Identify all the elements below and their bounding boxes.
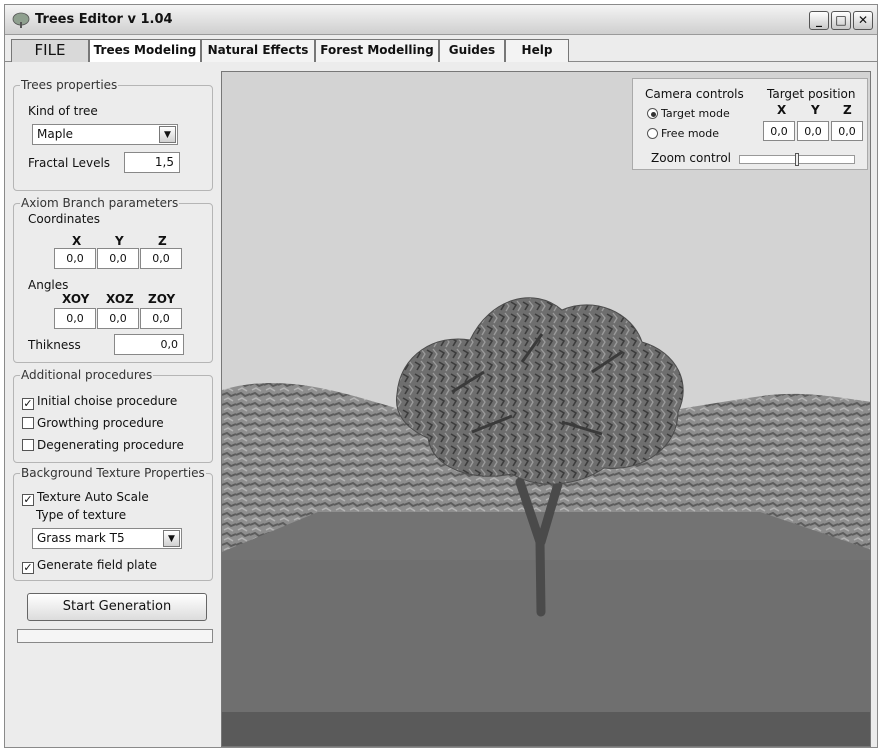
file-menu[interactable]: FILE	[11, 39, 89, 62]
free-mode-radio[interactable]: Free mode	[647, 127, 719, 140]
coord-y-header: Y	[115, 234, 124, 248]
start-generation-button[interactable]: Start Generation	[27, 593, 207, 621]
tree-scene	[222, 72, 870, 746]
menu-bar: FILE Trees Modeling Natural Effects Fore…	[5, 36, 877, 62]
group-legend: Background Texture Properties	[20, 466, 206, 480]
kind-of-tree-value: Maple	[37, 127, 74, 141]
tab-trees-modeling[interactable]: Trees Modeling	[89, 39, 201, 62]
maximize-button[interactable]: □	[831, 11, 851, 30]
check-icon[interactable]: ✓	[22, 562, 34, 574]
tab-forest-modelling[interactable]: Forest Modelling	[315, 39, 439, 62]
degenerating-checkbox[interactable]: Degenerating procedure	[22, 438, 184, 452]
coord-z-header: Z	[158, 234, 167, 248]
generate-field-plate-checkbox[interactable]: ✓ Generate field plate	[22, 558, 157, 574]
checkbox-label: Initial choise procedure	[37, 394, 178, 408]
growthing-checkbox[interactable]: Growthing procedure	[22, 416, 164, 430]
checkbox-label: Generate field plate	[37, 558, 157, 572]
app-window: Trees Editor v 1.04 _ □ ✕ FILE Trees Mod…	[4, 4, 878, 748]
zoom-slider-thumb[interactable]	[795, 153, 799, 166]
field-plate	[222, 560, 870, 712]
check-icon[interactable]: ✓	[22, 494, 34, 506]
group-legend: Additional procedures	[20, 368, 154, 382]
target-z-header: Z	[843, 103, 852, 117]
angles-label: Angles	[28, 278, 69, 292]
coordinates-label: Coordinates	[28, 212, 101, 226]
trees-properties-group: Trees properties Kind of tree Maple ▼ Fr…	[13, 78, 213, 191]
tab-guides[interactable]: Guides	[439, 39, 505, 62]
radio-dot-icon[interactable]	[647, 108, 658, 119]
target-mode-radio[interactable]: Target mode	[647, 107, 730, 120]
checkbox-label: Degenerating procedure	[37, 438, 184, 452]
checkbox-label: Growthing procedure	[37, 416, 164, 430]
chevron-down-icon[interactable]: ▼	[163, 530, 180, 547]
coord-z-input[interactable]: 0,0	[140, 248, 182, 269]
checkbox-box[interactable]	[22, 439, 34, 451]
target-y-input[interactable]: 0,0	[797, 121, 829, 141]
title-bar[interactable]: Trees Editor v 1.04 _ □ ✕	[5, 5, 877, 35]
target-x-input[interactable]: 0,0	[763, 121, 795, 141]
radio-dot-icon[interactable]	[647, 128, 658, 139]
tab-help[interactable]: Help	[505, 39, 569, 62]
fractal-levels-label: Fractal Levels	[28, 156, 111, 170]
axiom-branch-group: Axiom Branch parameters Coordinates X Y …	[13, 196, 213, 363]
tab-natural-effects[interactable]: Natural Effects	[201, 39, 315, 62]
ground-edge	[222, 712, 870, 746]
check-icon[interactable]: ✓	[22, 398, 34, 410]
angle-xoy-header: XOY	[62, 292, 90, 306]
checkbox-label: Texture Auto Scale	[37, 490, 149, 504]
generation-progress-bar	[17, 629, 213, 643]
target-x-header: X	[777, 103, 787, 117]
camera-controls-label: Camera controls	[645, 87, 744, 101]
coord-y-input[interactable]: 0,0	[97, 248, 139, 269]
window-title: Trees Editor v 1.04	[35, 12, 173, 27]
angle-xoz-input[interactable]: 0,0	[97, 308, 139, 329]
fractal-levels-input[interactable]: 1,5	[124, 152, 180, 173]
initial-choise-checkbox[interactable]: ✓ Initial choise procedure	[22, 394, 177, 410]
coord-x-header: X	[72, 234, 82, 248]
additional-procedures-group: Additional procedures ✓ Initial choise pr…	[13, 368, 213, 463]
angle-xoz-header: XOZ	[106, 292, 134, 306]
kind-of-tree-label: Kind of tree	[28, 104, 98, 118]
radio-label: Free mode	[661, 127, 720, 140]
checkbox-box[interactable]	[22, 417, 34, 429]
zoom-slider[interactable]	[739, 153, 855, 166]
chevron-down-icon[interactable]: ▼	[159, 126, 176, 143]
radio-label: Target mode	[661, 107, 730, 120]
tree-icon	[12, 12, 30, 28]
kind-of-tree-select[interactable]: Maple ▼	[32, 124, 178, 145]
angle-zoy-input[interactable]: 0,0	[140, 308, 182, 329]
thickness-label: Thikness	[28, 338, 81, 352]
texture-auto-scale-checkbox[interactable]: ✓ Texture Auto Scale	[22, 490, 149, 506]
group-legend: Trees properties	[20, 78, 119, 92]
zoom-control-label: Zoom control	[651, 151, 732, 165]
texture-type-label: Type of texture	[36, 508, 127, 522]
angle-zoy-header: ZOY	[148, 292, 176, 306]
camera-controls-panel: Camera controls Target position Target m…	[632, 78, 868, 170]
group-legend: Axiom Branch parameters	[20, 196, 180, 210]
scene-viewport[interactable]: Camera controls Target position Target m…	[221, 71, 871, 747]
target-y-header: Y	[811, 103, 820, 117]
coord-x-input[interactable]: 0,0	[54, 248, 96, 269]
thickness-input[interactable]: 0,0	[114, 334, 184, 355]
minimize-button[interactable]: _	[809, 11, 829, 30]
control-panel: Trees properties Kind of tree Maple ▼ Fr…	[5, 63, 219, 749]
target-z-input[interactable]: 0,0	[831, 121, 863, 141]
texture-type-select[interactable]: Grass mark T5 ▼	[32, 528, 182, 549]
close-button[interactable]: ✕	[853, 11, 873, 30]
background-texture-group: Background Texture Properties ✓ Texture A…	[13, 466, 213, 581]
target-position-label: Target position	[767, 87, 856, 101]
angle-xoy-input[interactable]: 0,0	[54, 308, 96, 329]
texture-type-value: Grass mark T5	[37, 531, 125, 545]
